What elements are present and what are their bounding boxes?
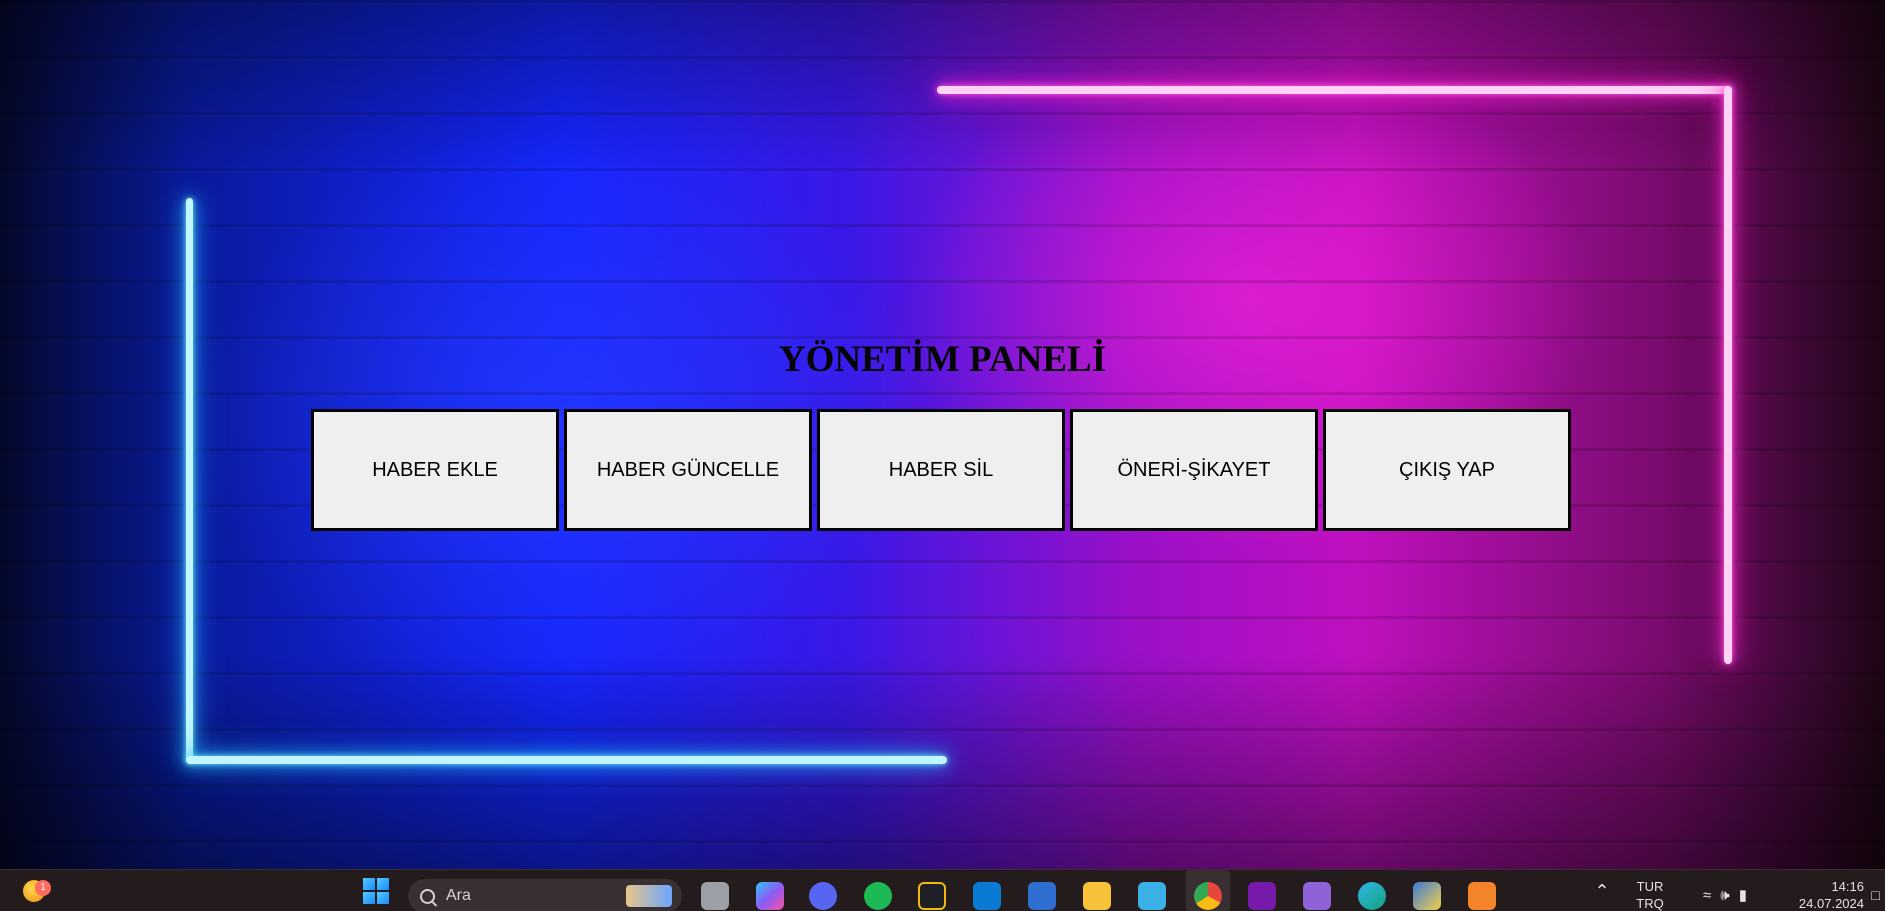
- onenote-icon: [1248, 882, 1276, 910]
- notepad-button[interactable]: [1134, 870, 1170, 911]
- windows-logo-icon: [363, 878, 389, 904]
- search-placeholder: Ara: [446, 887, 471, 904]
- folder-icon: [1083, 882, 1111, 910]
- delete-news-button[interactable]: HABER SİL: [817, 409, 1065, 531]
- system-tray-icons[interactable]: ≈ 🕪 ▮: [1684, 870, 1766, 911]
- file-explorer-button[interactable]: [1079, 870, 1115, 911]
- suggestion-complaint-button[interactable]: ÖNERİ-ŞİKAYET: [1070, 409, 1318, 531]
- devhome-icon: [1028, 882, 1056, 910]
- discord-button[interactable]: [805, 870, 841, 911]
- show-hidden-icons-button[interactable]: ⌃: [1590, 870, 1614, 911]
- binance-button[interactable]: [914, 870, 950, 911]
- python-ide-button[interactable]: [1409, 870, 1445, 911]
- taskbar-search[interactable]: Ara: [408, 870, 682, 911]
- spotify-button[interactable]: [860, 870, 896, 911]
- update-news-button[interactable]: HABER GÜNCELLE: [564, 409, 812, 531]
- neon-frame-pink-horizontal: [937, 86, 1732, 94]
- edge-icon: [1358, 882, 1386, 910]
- search-icon: [420, 888, 435, 904]
- vscode-icon: [973, 882, 1001, 910]
- notepad-icon: [1138, 882, 1166, 910]
- python-icon: [1413, 882, 1441, 910]
- start-button[interactable]: [360, 870, 392, 911]
- notification-badge: 1: [35, 880, 51, 896]
- clock[interactable]: 14:16 24.07.2024: [1780, 870, 1864, 911]
- chrome-button[interactable]: [1190, 870, 1226, 911]
- volume-icon: 🕪: [1720, 886, 1730, 904]
- language-line-2: TRQ: [1636, 896, 1664, 911]
- clock-time: 14:16: [1831, 879, 1864, 894]
- add-news-button[interactable]: HABER EKLE: [311, 409, 559, 531]
- task-view-button[interactable]: [697, 870, 733, 911]
- logout-button[interactable]: ÇIKIŞ YAP: [1323, 409, 1571, 531]
- vscode-button[interactable]: [969, 870, 1005, 911]
- visual-studio-button[interactable]: [1299, 870, 1335, 911]
- search-box[interactable]: Ara: [408, 879, 682, 911]
- onenote-button[interactable]: [1244, 870, 1280, 911]
- taskbar: 1 Ara ⌃ TUR TRQ ≈ 🕪 ▮ 14:16 24.07.2024 □: [0, 869, 1885, 911]
- page-title: YÖNETİM PANELİ: [778, 339, 1107, 380]
- xampp-button[interactable]: [1464, 870, 1500, 911]
- language-line-1: TUR: [1636, 879, 1664, 894]
- spotify-icon: [864, 882, 892, 910]
- notification-icon: □: [1871, 887, 1880, 903]
- copilot-icon: [756, 882, 784, 910]
- visual-studio-icon: [1303, 882, 1331, 910]
- search-highlight-icon: [626, 885, 672, 907]
- clock-date: 24.07.2024: [1798, 896, 1864, 911]
- binance-icon: [918, 882, 946, 910]
- notification-center-button[interactable]: □: [1866, 870, 1885, 911]
- task-view-icon: [701, 882, 729, 910]
- devhome-button[interactable]: [1024, 870, 1060, 911]
- neon-frame-blue-horizontal: [186, 756, 947, 764]
- wifi-icon: ≈: [1703, 886, 1712, 904]
- admin-button-row: HABER EKLE HABER GÜNCELLE HABER SİL ÖNER…: [311, 409, 1571, 531]
- neon-frame-blue-vertical: [186, 198, 193, 763]
- discord-icon: [809, 882, 837, 910]
- xampp-icon: [1468, 882, 1496, 910]
- desktop-screen: YÖNETİM PANELİ HABER EKLE HABER GÜNCELLE…: [0, 0, 1885, 911]
- weather-widget[interactable]: 1: [18, 870, 51, 911]
- chrome-icon: [1194, 882, 1222, 910]
- edge-button[interactable]: [1354, 870, 1390, 911]
- copilot-button[interactable]: [752, 870, 788, 911]
- language-indicator[interactable]: TUR TRQ: [1630, 870, 1670, 911]
- battery-icon: ▮: [1738, 887, 1747, 904]
- chevron-up-icon: ⌃: [1594, 880, 1610, 901]
